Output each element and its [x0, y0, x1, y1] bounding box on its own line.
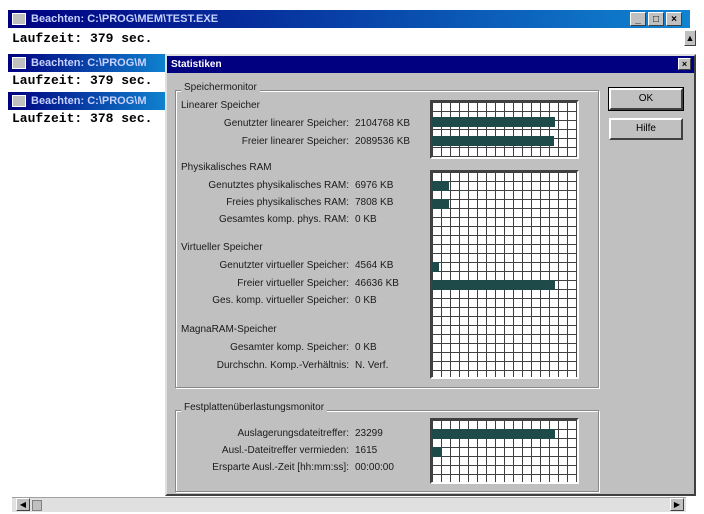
- dialog-title: Statistiken: [171, 59, 222, 70]
- virtual-used-bar: [432, 262, 439, 272]
- physical-heading: Physikalisches RAM: [181, 162, 272, 173]
- app-icon: [12, 95, 26, 107]
- maximize-button[interactable]: □: [648, 12, 664, 26]
- virtual-used-label: Genutzter virtueller Speicher:: [219, 260, 349, 271]
- disk-hits-value: 23299: [355, 428, 383, 439]
- runtime-text-2: Laufzeit: 379 sec.: [12, 73, 153, 88]
- disk-avoided-bar: [432, 447, 441, 457]
- virtual-heading: Virtueller Speicher: [181, 242, 263, 253]
- linear-free-bar: [432, 136, 554, 146]
- horizontal-scrollbar[interactable]: ◀ ▶: [12, 497, 686, 512]
- linear-free-label: Freier linearer Speicher:: [241, 136, 349, 147]
- runtime-text-3: Laufzeit: 378 sec.: [12, 111, 153, 126]
- physical-used-label: Genutztes physikalisches RAM:: [208, 180, 349, 191]
- magnaram-heading: MagnaRAM-Speicher: [181, 324, 277, 335]
- virtual-free-label: Freier virtueller Speicher:: [237, 278, 349, 289]
- disk-avoided-value: 1615: [355, 445, 378, 456]
- window-titlebar-1[interactable]: Beachten: C:\PROG\MEM\TEST.EXE _ □ ×: [8, 10, 690, 28]
- magnaram-total-value: 0 KB: [355, 342, 377, 353]
- physical-used-bar: [432, 181, 449, 191]
- disk-saved-time-value: 00:00:00: [355, 462, 394, 473]
- disk-avoided-label: Ausl.-Dateitreffer vermieden:: [221, 445, 349, 456]
- dialog-titlebar[interactable]: Statistiken ×: [167, 56, 694, 73]
- physical-free-bar: [432, 199, 449, 209]
- disk-saved-time-label: Ersparte Ausl.-Zeit [hh:mm:ss]:: [212, 462, 349, 473]
- physical-free-value: 7808 KB: [355, 197, 394, 208]
- linear-heading: Linearer Speicher: [181, 100, 260, 111]
- virtual-used-value: 4564 KB: [355, 260, 394, 271]
- statistics-dialog: Statistiken × OK Hilfe Speichermonitor L…: [165, 54, 696, 496]
- app-icon: [12, 13, 26, 25]
- scroll-up-arrow-icon[interactable]: ▲: [684, 30, 696, 46]
- window-title-1: Beachten: C:\PROG\MEM\TEST.EXE: [31, 13, 219, 25]
- linear-used-bar: [432, 117, 555, 127]
- close-button[interactable]: ×: [666, 12, 682, 26]
- virtual-free-value: 46636 KB: [355, 278, 399, 289]
- disk-usage-graph: [430, 418, 579, 484]
- physical-used-value: 6976 KB: [355, 180, 394, 191]
- memory-monitor-caption: Speichermonitor: [181, 82, 260, 93]
- disk-monitor-caption: Festplattenüberlastungsmonitor: [181, 402, 328, 413]
- physical-free-label: Freies physikalisches RAM:: [226, 197, 349, 208]
- window-titlebar-3[interactable]: Beachten: C:\PROG\M: [8, 92, 168, 110]
- virtual-comp-value: 0 KB: [355, 295, 377, 306]
- disk-hits-bar: [432, 429, 555, 439]
- linear-free-value: 2089536 KB: [355, 136, 411, 147]
- ok-button[interactable]: OK: [608, 87, 684, 111]
- window-title-2: Beachten: C:\PROG\M: [31, 57, 147, 69]
- help-button[interactable]: Hilfe: [609, 118, 683, 140]
- linear-used-value: 2104768 KB: [355, 118, 411, 129]
- window-titlebar-2[interactable]: Beachten: C:\PROG\M: [8, 54, 168, 72]
- app-icon: [12, 57, 26, 69]
- scroll-thumb[interactable]: [32, 500, 42, 511]
- virtual-free-bar: [432, 280, 555, 290]
- scroll-right-arrow-icon[interactable]: ▶: [670, 498, 684, 511]
- window-title-3: Beachten: C:\PROG\M: [31, 95, 147, 107]
- scroll-left-arrow-icon[interactable]: ◀: [16, 498, 30, 511]
- physical-comp-value: 0 KB: [355, 214, 377, 225]
- physical-comp-label: Gesamtes komp. phys. RAM:: [218, 214, 349, 225]
- minimize-button[interactable]: _: [630, 12, 646, 26]
- virtual-comp-label: Ges. komp. virtueller Speicher:: [212, 295, 349, 306]
- disk-hits-label: Auslagerungsdateitreffer:: [237, 428, 349, 439]
- magnaram-ratio-value: N. Verf.: [355, 360, 389, 371]
- magnaram-total-label: Gesamter komp. Speicher:: [230, 342, 349, 353]
- ram-virtual-usage-graph: [430, 170, 579, 379]
- linear-usage-graph: [430, 100, 579, 159]
- magnaram-ratio-label: Durchschn. Komp.-Verhältnis:: [216, 360, 349, 371]
- dialog-close-button[interactable]: ×: [678, 58, 691, 70]
- runtime-text-1: Laufzeit: 379 sec.: [12, 31, 153, 46]
- linear-used-label: Genutzter linearer Speicher:: [223, 118, 349, 129]
